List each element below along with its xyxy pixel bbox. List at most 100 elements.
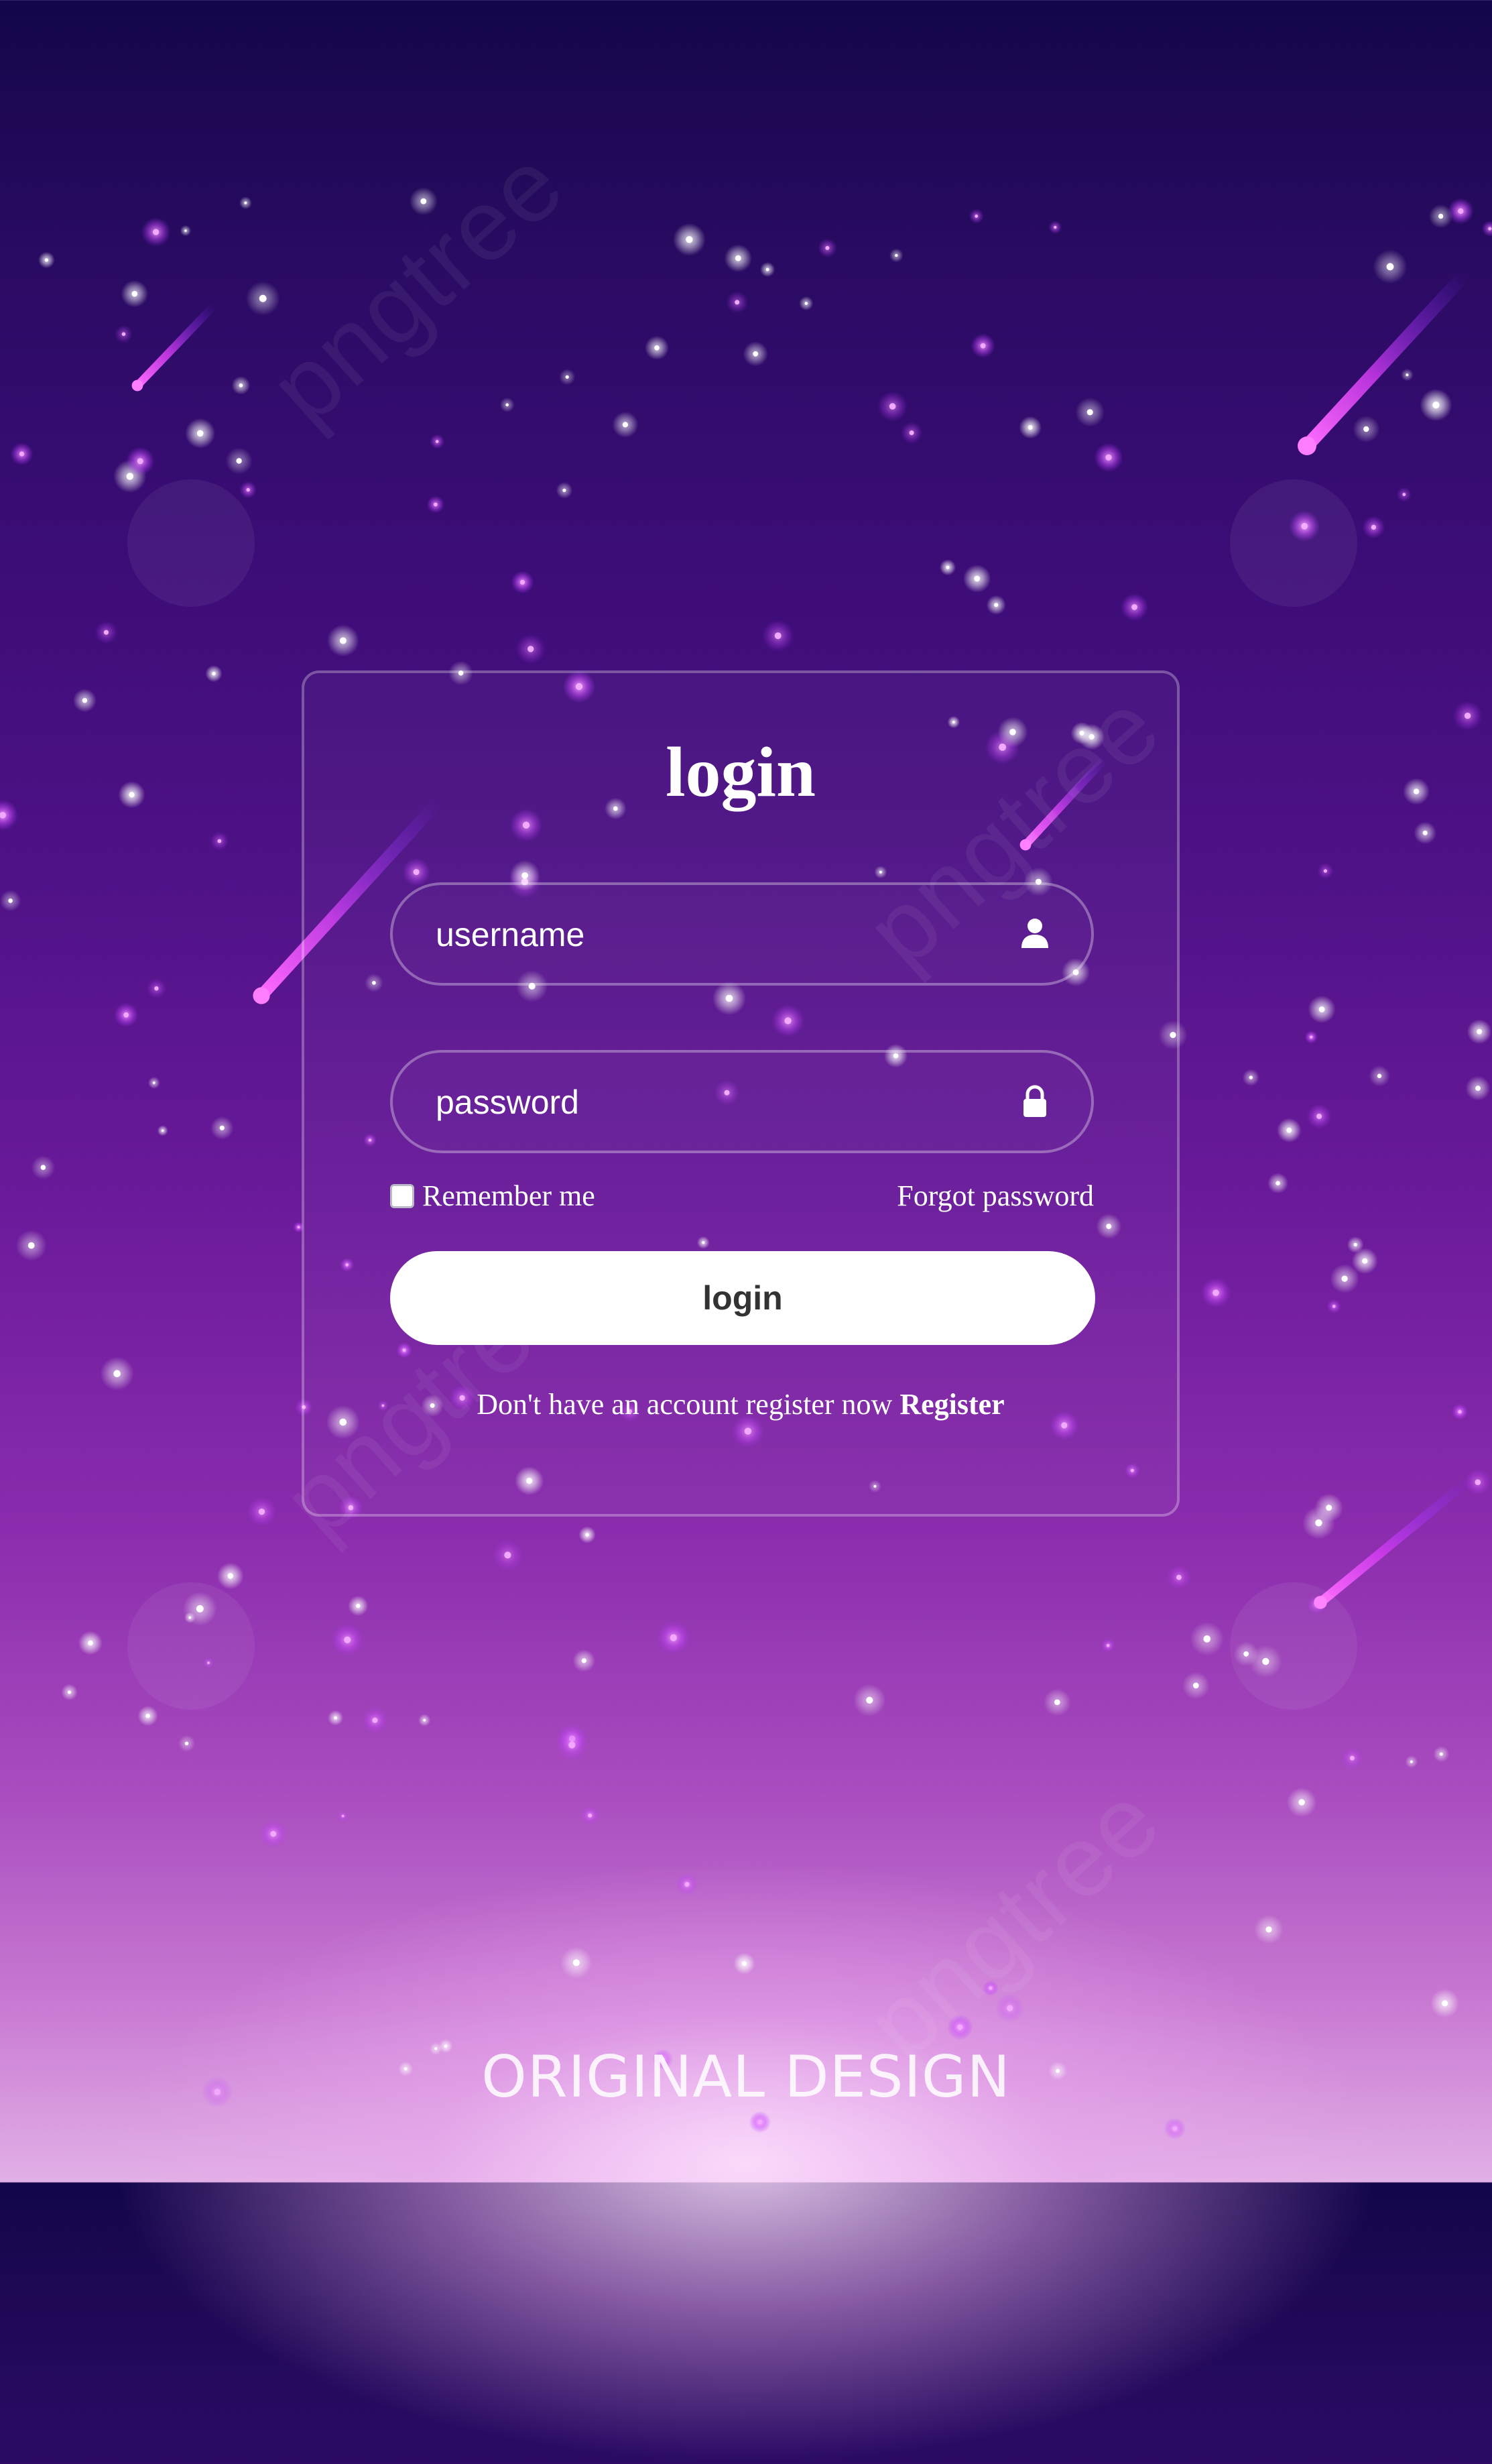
star-core — [527, 646, 534, 652]
user-icon — [1021, 919, 1048, 948]
star-core — [1386, 263, 1394, 271]
star-core — [684, 1881, 690, 1887]
star-core — [435, 440, 439, 443]
star-core — [339, 637, 347, 644]
star-core — [239, 383, 243, 388]
password-input[interactable] — [434, 1053, 973, 1152]
forgot-password-link[interactable]: Forgot password — [897, 1179, 1094, 1213]
star-core — [123, 1012, 129, 1018]
star-core — [825, 245, 830, 250]
star-core — [103, 630, 109, 635]
star-core — [1332, 1305, 1336, 1308]
star-core — [129, 792, 135, 798]
star-core — [1007, 2005, 1013, 2011]
star-core — [19, 451, 25, 457]
star-core — [1442, 2000, 1448, 2007]
star-core — [67, 1690, 72, 1694]
star-core — [44, 258, 48, 262]
star-core — [434, 502, 438, 507]
meteor-head — [253, 987, 270, 1004]
star-core — [372, 1717, 378, 1723]
star-core — [40, 1165, 46, 1170]
star-core — [341, 1814, 345, 1818]
meteor — [1316, 1474, 1476, 1607]
star-core — [622, 422, 629, 428]
star-core — [753, 351, 759, 357]
remember-me-label[interactable]: Remember me — [422, 1179, 595, 1213]
card-title: login — [666, 733, 816, 811]
star-core — [1458, 1410, 1462, 1414]
star-core — [1086, 409, 1093, 416]
star-core — [152, 1081, 156, 1084]
star-core — [735, 255, 741, 261]
password-field[interactable] — [390, 1050, 1094, 1153]
star-core — [1350, 1755, 1355, 1761]
star-core — [572, 1959, 580, 1967]
star-core — [588, 1813, 593, 1818]
star-core — [895, 253, 898, 257]
star-core — [217, 839, 222, 843]
star-core — [1488, 227, 1492, 231]
star-core — [145, 1714, 150, 1718]
star-core — [1105, 454, 1112, 461]
username-input[interactable] — [434, 885, 973, 984]
star-core — [121, 332, 126, 337]
star-core — [246, 487, 250, 492]
star-core — [1406, 373, 1409, 377]
star-core — [1318, 1006, 1325, 1012]
star-core — [444, 2044, 448, 2048]
star-core — [1107, 1644, 1110, 1647]
star-core — [1413, 788, 1420, 795]
star-core — [909, 430, 914, 435]
remember-me-checkbox[interactable] — [390, 1184, 414, 1208]
star-core — [1439, 1752, 1443, 1756]
star-core — [1054, 225, 1057, 229]
star-core — [137, 458, 143, 465]
register-link[interactable]: Register — [899, 1388, 1004, 1421]
star-core — [1371, 524, 1376, 530]
star-core — [1362, 1258, 1368, 1264]
star-core — [585, 1533, 589, 1537]
star-core — [297, 1226, 300, 1229]
star-core — [686, 236, 693, 243]
username-field[interactable] — [390, 882, 1094, 986]
star-core — [946, 565, 950, 569]
watermark-logo — [1230, 479, 1357, 607]
star-core — [670, 1634, 677, 1641]
star-core — [1298, 1799, 1305, 1806]
star-core — [1193, 1682, 1199, 1689]
star-core — [1028, 425, 1033, 430]
star-core — [504, 1551, 511, 1559]
star-core — [259, 294, 267, 302]
star-core — [1131, 604, 1137, 610]
star-core — [334, 1716, 337, 1720]
star-core — [113, 1370, 121, 1377]
star-core — [1265, 1926, 1272, 1933]
star-core — [742, 1961, 747, 1967]
star-core — [423, 1718, 426, 1722]
star-core — [356, 1603, 361, 1608]
register-line: Don't have an account register now Regis… — [304, 1387, 1177, 1421]
star-core — [162, 1129, 164, 1132]
star-core — [258, 1509, 265, 1515]
star-core — [227, 1573, 233, 1579]
star-core — [1172, 2126, 1178, 2131]
login-button[interactable]: login — [390, 1251, 1095, 1345]
star-core — [889, 403, 896, 410]
star-core — [1464, 712, 1471, 719]
watermark-logo — [1230, 1582, 1357, 1710]
star-core — [153, 229, 160, 235]
star-core — [757, 2119, 763, 2125]
meteor-head — [131, 379, 143, 392]
star-core — [1323, 869, 1327, 873]
star-core — [1377, 1073, 1382, 1079]
star-core — [1475, 1479, 1481, 1485]
star-core — [519, 579, 525, 585]
star-core — [219, 1125, 225, 1130]
star-core — [774, 632, 782, 640]
star-core — [212, 672, 216, 676]
bottom-caption: ORIGINAL DESIGN — [481, 2044, 1011, 2111]
star-core — [1402, 493, 1406, 496]
star-core — [866, 1696, 873, 1704]
star-core — [994, 603, 999, 607]
